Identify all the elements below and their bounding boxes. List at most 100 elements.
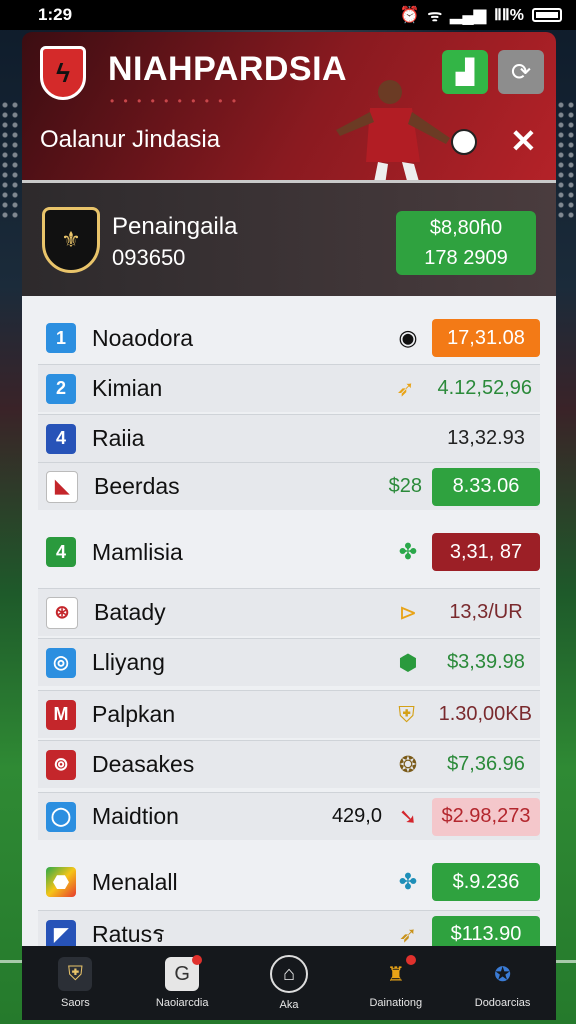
close-button[interactable]: ✕: [510, 122, 537, 160]
stats-button[interactable]: ▟: [442, 50, 488, 94]
notification-dot: [192, 955, 203, 965]
nav-item-saors[interactable]: ⛨ Saors: [25, 957, 125, 1009]
wifi-icon: ᯤ: [427, 8, 443, 25]
nav-item-dodoarcias[interactable]: ✪ Dodoarcias: [453, 957, 553, 1010]
value-button[interactable]: $113.90: [432, 915, 540, 946]
club-badge-icon: ◤: [46, 919, 76, 946]
app-title: NIAHPARDSIA: [108, 50, 348, 88]
team-name: Deasakes: [92, 751, 195, 777]
team-crest-icon: ⚜: [42, 207, 100, 273]
team-list: 1 Noaodora ◉ 17,31.08 2 Kimian ➶ 4.12,52…: [22, 296, 556, 946]
list-item[interactable]: M Palpkan ⛨ 1.30,00KB: [38, 690, 540, 738]
club-badge-icon: ◎: [46, 647, 76, 678]
nav-label: Naoiarcdia: [155, 997, 209, 1009]
nav-item-dainationg[interactable]: ♜ Dainationg: [346, 955, 446, 1009]
rank-badge: 2: [46, 373, 76, 404]
team-name: Kimian: [92, 375, 163, 401]
list-item[interactable]: ⬣ Menalall ✤ $.9.236: [38, 858, 540, 906]
team-name: Palpkan: [92, 701, 176, 727]
club-badge-icon: ◣: [46, 470, 78, 503]
club-logo-icon: ϟ: [40, 46, 86, 100]
home-icon: ⌂: [269, 955, 308, 993]
list-item[interactable]: ⊛ Batady ⊳ 13,3/UR: [38, 588, 540, 636]
battery-text: ⅡⅡ%: [494, 7, 524, 24]
ball-icon: ✤: [398, 869, 418, 894]
bottom-navigation: ⛨ Saors G Naoiarcdia ⌂ Aka ♜ Dainationg …: [22, 946, 556, 1020]
team-name: Maidtion: [92, 803, 179, 829]
team-name: Noaodora: [92, 324, 194, 351]
nav-label: Dodoarcias: [474, 997, 531, 1009]
value-button[interactable]: 3,31, 87: [432, 533, 540, 571]
list-item[interactable]: 1 Noaodora ◉ 17,31.08: [38, 314, 540, 362]
team-name: Mamlisia: [92, 538, 183, 565]
horn-icon: ➶: [398, 921, 418, 947]
row-extra: 429,0: [331, 805, 382, 827]
team-name: Lliyang: [92, 649, 165, 675]
club-badge-icon: ⊚: [46, 749, 76, 780]
status-time: 1:29: [38, 5, 73, 24]
featured-price-button[interactable]: $8,80ɦ0 178 2909: [396, 211, 536, 275]
list-item[interactable]: ◎ Lliyang ⬢ $3,39.98: [38, 638, 540, 686]
club-badge-icon: ⬣: [46, 867, 76, 897]
alarm-icon: ⏰: [399, 7, 420, 24]
horn-icon: ⊳: [398, 599, 418, 625]
featured-team-code: 093650: [112, 245, 186, 270]
club-crest-icon: ❂: [398, 751, 418, 777]
refresh-button[interactable]: ⟳: [498, 50, 544, 94]
ball-icon: ◉: [398, 325, 418, 350]
rank-badge: 4: [46, 423, 76, 454]
nav-item-aka[interactable]: ⌂ Aka: [239, 955, 339, 1011]
list-item[interactable]: 4 Raiia 13,32.93: [38, 414, 540, 462]
rank-badge: 4: [46, 537, 76, 567]
title-decoration: • • • • • • • • • •: [110, 94, 240, 108]
featured-price-line2: 178 2909: [424, 247, 508, 269]
value-button[interactable]: 17,31.08: [432, 319, 540, 357]
value-text: 13,32.93: [447, 427, 525, 449]
signal-icon: ▂▄▆: [450, 7, 487, 24]
value-button[interactable]: $.9.236: [432, 863, 540, 901]
list-item[interactable]: 2 Kimian ➶ 4.12,52,96: [38, 364, 540, 412]
list-item[interactable]: ◣ Beerdas $28 8.33.06: [38, 462, 540, 510]
list-item[interactable]: 4 Mamlisia ✤ 3,31, 87: [38, 528, 540, 576]
app-header: ϟ NIAHPARDSIA • • • • • • • • • • ▟ ⟳ Oa…: [22, 32, 556, 180]
value-text: 1.30,00KB: [438, 703, 532, 725]
nav-label: Saors: [61, 997, 90, 1009]
row-extra: $28: [388, 475, 422, 497]
header-subtitle: Oalanur Jindasia: [40, 126, 221, 153]
rank-badge: M: [46, 699, 76, 730]
featured-team-name: Penaingaila: [112, 213, 238, 240]
arrow-icon: ➘: [398, 803, 418, 829]
shield-icon: ⛨: [398, 701, 415, 727]
value-text: $3,39.98: [447, 651, 525, 673]
value-button[interactable]: 8.33.06: [432, 467, 540, 506]
team-name: Ratusร: [92, 920, 165, 947]
ball-icon: ✤: [398, 539, 418, 564]
status-icons: ⏰ ᯤ ▂▄▆ ⅡⅡ%: [400, 4, 562, 26]
horn-icon: ➶: [396, 375, 415, 401]
club-badge-icon: ⊛: [46, 596, 78, 629]
nav-item-naoiarcdia[interactable]: G Naoiarcdia: [132, 955, 232, 1009]
battery-icon: [532, 8, 562, 22]
value-text: 4.12,52,96: [437, 377, 532, 399]
team-name: Beerdas: [94, 473, 180, 499]
list-item[interactable]: ◯ Maidtion 429,0 ➘ $2.98,273: [38, 792, 540, 840]
value-button[interactable]: $2.98,273: [432, 797, 540, 836]
club-crest-icon: ⬢: [398, 649, 418, 675]
featured-team-panel[interactable]: ⚜ Penaingaila 093650 $8,80ɦ0 178 2909: [22, 180, 556, 297]
nav-label: Dainationg: [369, 997, 423, 1009]
team-name: Batady: [94, 599, 166, 625]
value-text: 13,3/UR: [449, 601, 523, 623]
team-icon: ✪: [494, 963, 511, 986]
rank-badge: 1: [46, 323, 76, 353]
team-name: Menalall: [92, 868, 178, 895]
nav-label: Aka: [279, 999, 299, 1011]
list-item[interactable]: ⊚ Deasakes ❂ $7,36.96: [38, 740, 540, 788]
shield-icon: ⛨: [58, 957, 93, 991]
club-badge-icon: ◯: [46, 801, 76, 832]
value-text: $7,36.96: [447, 753, 525, 775]
featured-price-line1: $8,80ɦ0: [429, 217, 503, 239]
team-name: Raiia: [92, 425, 145, 451]
list-item[interactable]: ◤ Ratusร ➶ $113.90: [38, 910, 540, 946]
notification-dot: [405, 955, 416, 965]
status-bar: 1:29 ⏰ ᯤ ▂▄▆ ⅡⅡ%: [0, 0, 576, 30]
